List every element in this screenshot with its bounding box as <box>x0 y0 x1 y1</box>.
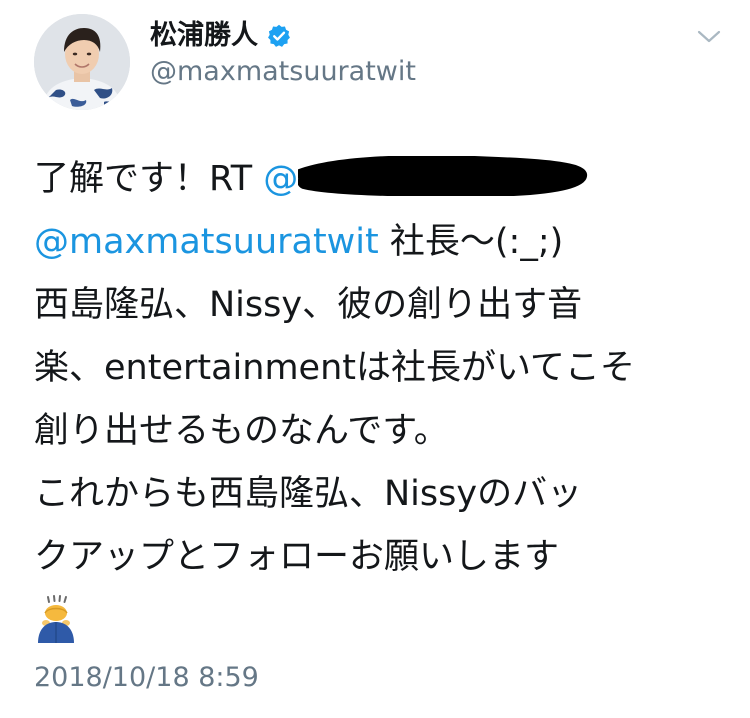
verified-badge-icon <box>268 24 290 47</box>
mention-link[interactable]: @maxmatsuuratwit <box>34 222 379 262</box>
avatar[interactable] <box>34 14 130 110</box>
author-display-name[interactable]: 松浦勝人 <box>150 18 258 54</box>
tweet-line: クアップとフォローお願いします <box>34 537 560 577</box>
redaction-scribble-icon <box>298 156 588 196</box>
mention-link-fragment[interactable]: @ <box>263 159 298 199</box>
person-bowing-emoji-icon <box>38 595 74 643</box>
mention-link[interactable]: @ <box>263 156 588 199</box>
tweet-line: これからも西島隆弘、Nissyのバッ <box>34 474 583 514</box>
tweet-line: 西島隆弘、Nissy、彼の創り出す音 <box>34 285 583 325</box>
tweet-line: 創り出せるものなんです。 <box>34 411 449 451</box>
profile-photo <box>34 14 130 110</box>
tweet-timestamp[interactable]: 2018/10/18 8:59 <box>34 660 259 696</box>
tweet-line-text: 社長〜(:_;) <box>378 222 564 262</box>
tweet-line: 了解です！RT @ <box>34 148 734 211</box>
tweet-line-text: 了解です！RT <box>34 159 253 199</box>
chevron-down-icon[interactable] <box>694 26 724 46</box>
author-name-row[interactable]: 松浦勝人 <box>150 18 292 54</box>
tweet: 松浦勝人 @maxmatsuuratwit 了解です！RT @ @maxmats… <box>0 0 750 718</box>
tweet-line: @maxmatsuuratwit 社長〜(:_;) <box>34 211 734 274</box>
tweet-line: 楽、entertainmentは社長がいてこそ <box>34 348 635 388</box>
redacted-scribble <box>298 156 588 196</box>
author-handle[interactable]: @maxmatsuuratwit <box>150 54 416 90</box>
tweet-text: 了解です！RT @ @maxmatsuuratwit 社長〜(:_;) 西島隆弘… <box>34 148 734 645</box>
